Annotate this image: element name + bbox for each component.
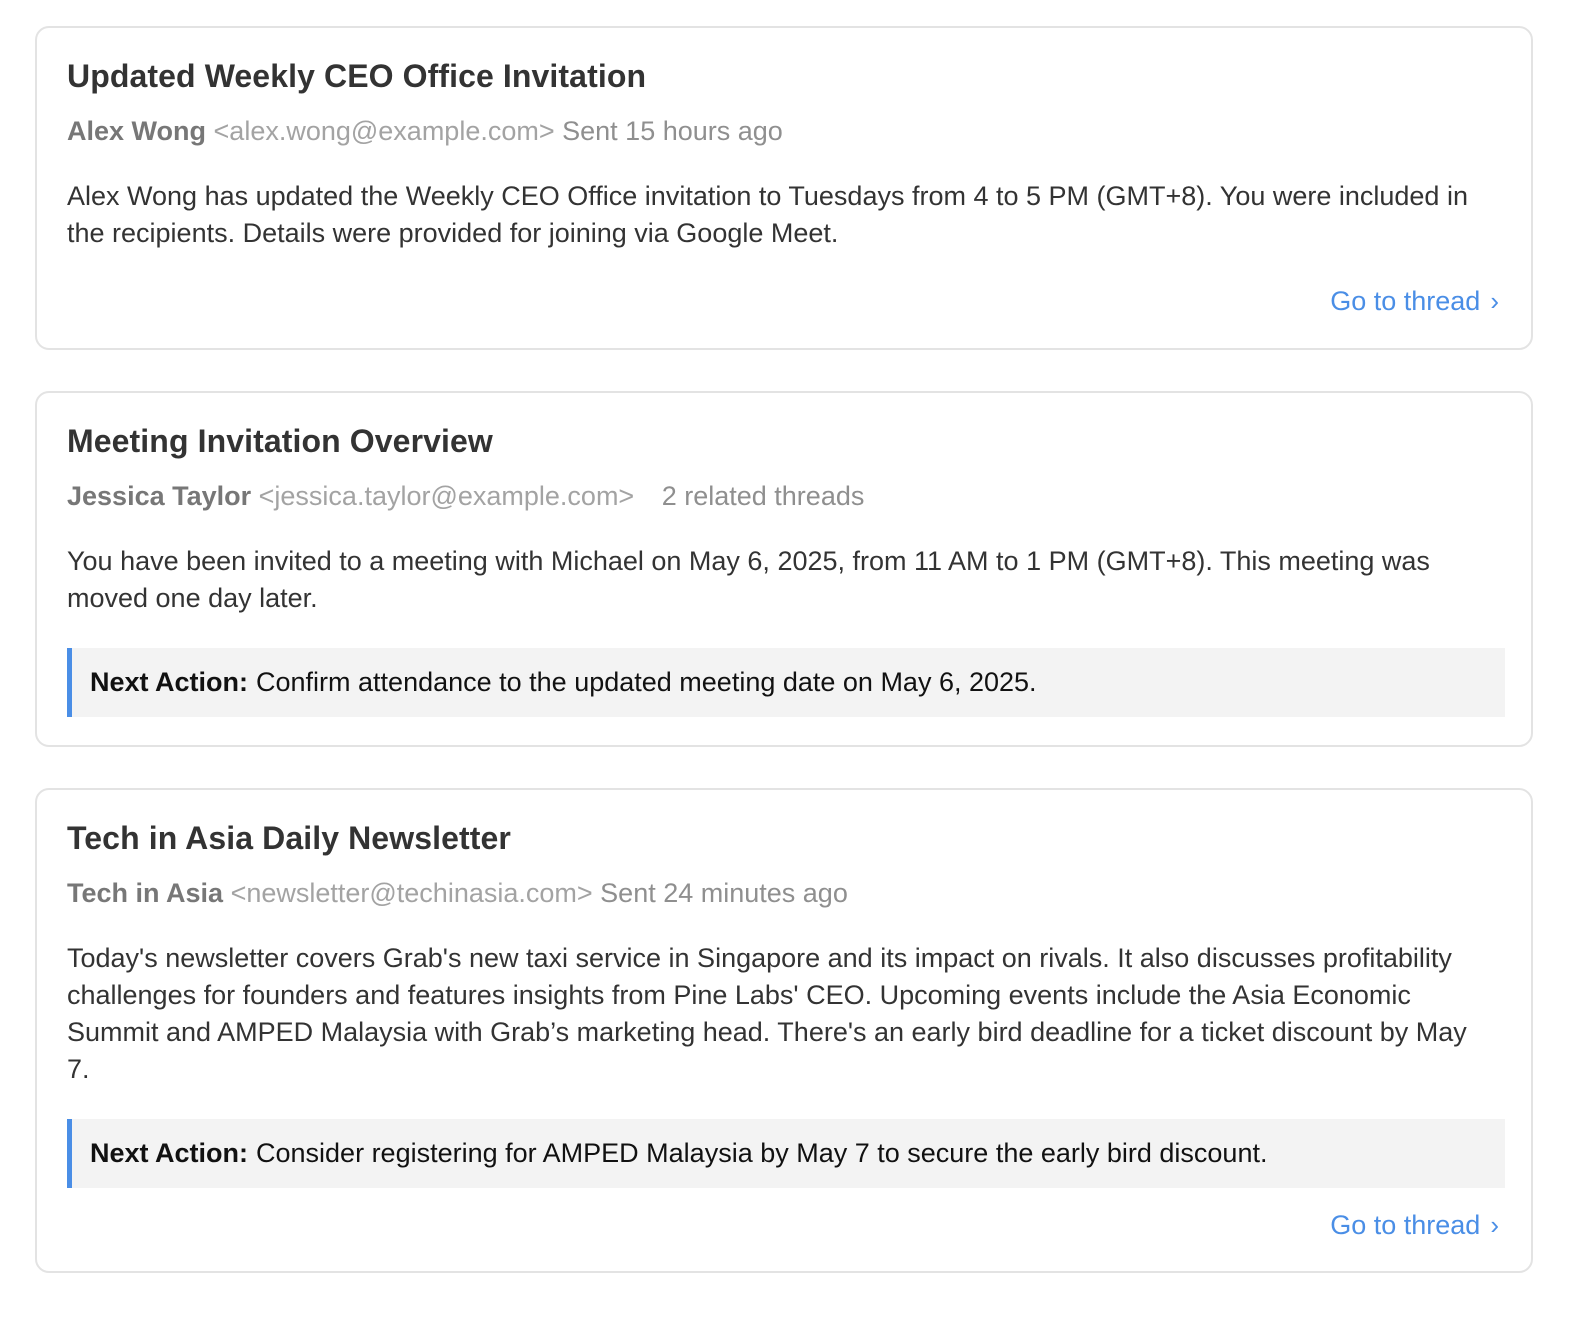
chevron-right-icon: › (1490, 286, 1499, 316)
next-action-box: Next Action: Consider registering for AM… (67, 1118, 1505, 1188)
sender-name: Jessica Taylor (67, 481, 252, 512)
card-meta: Alex Wong <alex.wong@example.com> Sent 1… (67, 115, 1501, 147)
go-to-thread-link[interactable]: Go to thread › (1330, 1210, 1499, 1241)
sender-email: <jessica.taylor@example.com> (258, 481, 635, 512)
go-to-thread-label: Go to thread (1330, 286, 1481, 316)
sent-time: Sent 24 minutes ago (600, 878, 848, 909)
sent-time: Sent 15 hours ago (562, 116, 783, 147)
card-meta: Jessica Taylor <jessica.taylor@example.c… (67, 480, 1501, 512)
sender-name: Tech in Asia (67, 878, 224, 909)
email-summary-card: Updated Weekly CEO Office Invitation Ale… (35, 26, 1533, 350)
card-summary: Today's newsletter covers Grab's new tax… (67, 942, 1467, 1084)
sender-email: <alex.wong@example.com> (213, 116, 555, 147)
card-title: Meeting Invitation Overview (67, 423, 493, 459)
sender-name: Alex Wong (67, 116, 207, 147)
next-action-text: Consider registering for AMPED Malaysia … (256, 1137, 1268, 1168)
email-summary-card: Tech in Asia Daily Newsletter Tech in As… (35, 788, 1533, 1273)
go-to-thread-link[interactable]: Go to thread › (1330, 286, 1499, 317)
next-action-label: Next Action: (90, 1137, 249, 1168)
go-to-thread-label: Go to thread (1330, 1210, 1481, 1240)
card-title: Updated Weekly CEO Office Invitation (67, 58, 647, 94)
next-action-box: Next Action: Confirm attendance to the u… (67, 647, 1505, 717)
chevron-right-icon: › (1490, 1210, 1499, 1240)
related-threads-count[interactable]: 2 related threads (662, 481, 865, 511)
email-summary-card: Meeting Invitation Overview Jessica Tayl… (35, 391, 1533, 747)
next-action-text: Confirm attendance to the updated meetin… (256, 666, 1037, 697)
next-action-label: Next Action: (90, 666, 249, 697)
card-summary: You have been invited to a meeting with … (67, 545, 1430, 613)
card-title: Tech in Asia Daily Newsletter (67, 820, 511, 856)
sender-email: <newsletter@techinasia.com> (230, 878, 593, 909)
card-summary: Alex Wong has updated the Weekly CEO Off… (67, 180, 1468, 248)
card-meta: Tech in Asia <newsletter@techinasia.com>… (67, 877, 1501, 909)
